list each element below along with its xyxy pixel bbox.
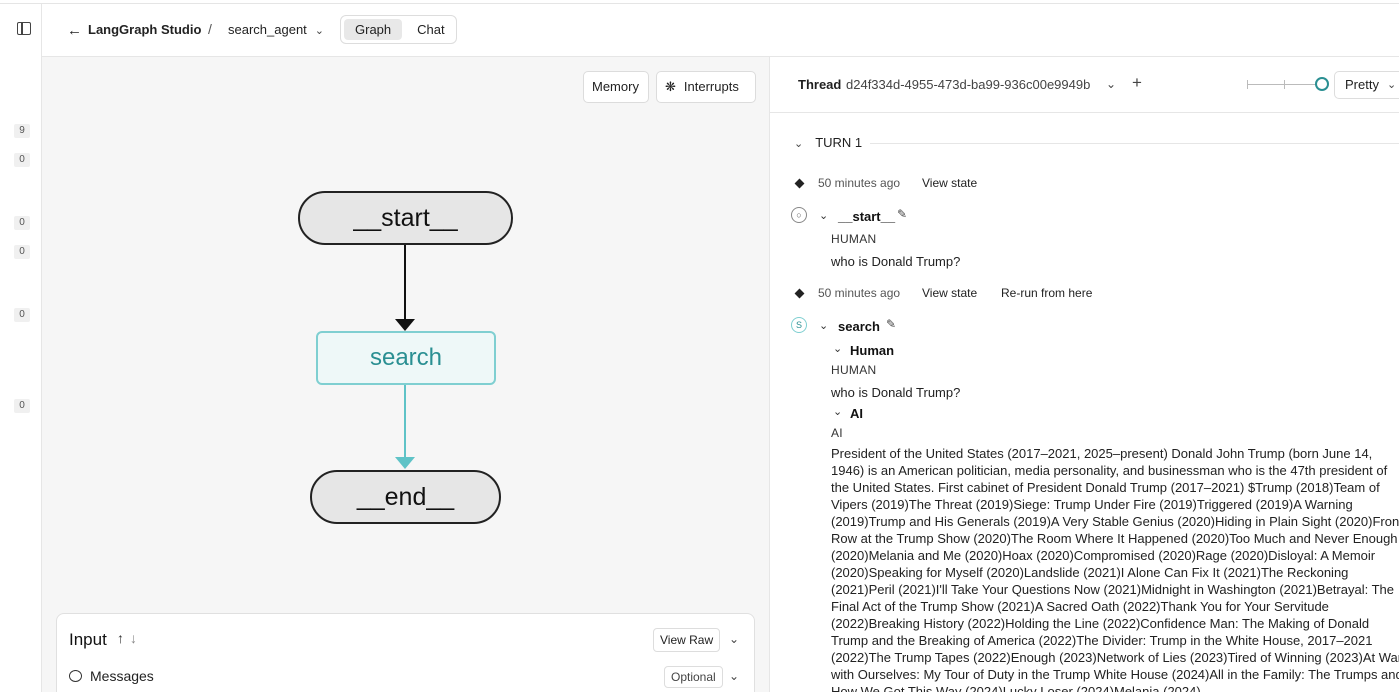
header-bar: ← LangGraph Studio / search_agent ⌄ Graph… [42, 4, 1399, 57]
graph-canvas[interactable]: Memory ❋ Interrupts __start__ search __en… [42, 57, 769, 692]
tab-chat[interactable]: Chat [406, 19, 455, 40]
chevron-down-icon: ⌄ [1387, 79, 1397, 91]
edit-pencil-icon[interactable]: ✎ [886, 317, 896, 331]
chevron-down-icon[interactable]: ⌄ [1106, 77, 1116, 91]
sidebar-toggle-icon[interactable] [17, 22, 31, 35]
search-node-avatar: S [791, 317, 807, 333]
rail-count: 0 [14, 308, 30, 322]
view-raw-button[interactable]: View Raw [653, 628, 721, 652]
input-title: Input [69, 630, 107, 649]
thread-id[interactable]: d24f334d-4955-473d-ba99-936c00e9949b [846, 77, 1090, 92]
ai-section-header[interactable]: AI [850, 406, 863, 421]
thread-label: Thread [798, 77, 842, 92]
app-title[interactable]: LangGraph Studio [88, 22, 201, 37]
thread-panel: Thread d24f334d-4955-473d-ba99-936c00e99… [769, 57, 1399, 692]
checkpoint-icon [794, 178, 805, 189]
event-time: 50 minutes ago [818, 286, 901, 300]
step-node-name: __start__ [838, 209, 896, 224]
edge-arrowhead [395, 457, 415, 469]
input-arrows: ↑ ↓ [117, 630, 137, 646]
breadcrumb-separator: / [208, 21, 212, 37]
chevron-down-icon[interactable]: ⌄ [833, 342, 842, 355]
view-state-link[interactable]: View state [922, 286, 977, 300]
chevron-down-icon[interactable]: ⌄ [819, 319, 828, 332]
chevron-down-icon[interactable]: ⌄ [729, 632, 739, 646]
graph-name: search_agent [228, 22, 307, 37]
view-toggle: Graph Chat [340, 15, 457, 44]
checkpoint-icon [794, 288, 805, 299]
message-content: who is Donald Trump? [831, 254, 961, 269]
message-bubble-icon [69, 670, 82, 682]
rail-count: 0 [14, 216, 30, 230]
left-rail: 9 0 0 0 0 0 [0, 4, 42, 692]
step-node-name: search [838, 319, 880, 334]
edit-pencil-icon[interactable]: ✎ [897, 207, 907, 221]
turn-header[interactable]: ⌄ TURN 1 [794, 135, 862, 150]
chevron-down-icon[interactable]: ⌄ [729, 669, 739, 683]
user-avatar-icon: ○ [791, 207, 807, 223]
messages-label: Messages [90, 668, 154, 684]
chevron-down-icon[interactable]: ⌄ [819, 209, 828, 222]
edge-arrowhead [395, 319, 415, 331]
ai-message-content: President of the United States (2017–202… [831, 446, 1399, 692]
rail-count: 9 [14, 124, 30, 138]
history-slider[interactable] [1247, 77, 1329, 91]
divider [870, 143, 1399, 144]
arrow-up-icon[interactable]: ↑ [117, 630, 124, 646]
slider-handle[interactable] [1315, 77, 1329, 91]
tab-graph[interactable]: Graph [344, 19, 403, 40]
back-arrow-icon[interactable]: ← [67, 22, 82, 39]
input-panel: Input ↑ ↓ View Raw ⌄ Messages Optional ⌄ [56, 613, 755, 692]
rerun-link[interactable]: Re-run from here [1001, 286, 1092, 300]
view-state-link[interactable]: View state [922, 176, 977, 190]
node-search[interactable]: search [316, 331, 496, 385]
turn-label: TURN 1 [815, 135, 863, 150]
message-content: who is Donald Trump? [831, 385, 961, 400]
arrow-down-icon[interactable]: ↓ [130, 630, 137, 646]
message-role: AI [831, 426, 843, 440]
messages-field[interactable]: Messages [69, 668, 154, 684]
format-value: Pretty [1345, 77, 1379, 92]
graph-selector[interactable]: search_agent ⌄ [228, 22, 324, 37]
rail-count: 0 [14, 153, 30, 167]
event-time: 50 minutes ago [818, 176, 901, 190]
message-role: HUMAN [831, 363, 877, 377]
node-start[interactable]: __start__ [298, 191, 513, 245]
chevron-down-icon: ⌄ [794, 138, 804, 150]
thread-bar: Thread d24f334d-4955-473d-ba99-936c00e99… [770, 57, 1399, 113]
rail-count: 0 [14, 399, 30, 413]
format-select[interactable]: Pretty ⌄ [1334, 71, 1399, 99]
node-end[interactable]: __end__ [310, 470, 501, 524]
chevron-down-icon[interactable]: ⌄ [833, 405, 842, 418]
new-thread-icon[interactable]: + [1132, 73, 1142, 93]
chevron-down-icon: ⌄ [314, 25, 324, 37]
human-section-header[interactable]: Human [850, 343, 894, 358]
message-role: HUMAN [831, 232, 877, 246]
rail-count: 0 [14, 245, 30, 259]
optional-badge: Optional [664, 666, 723, 688]
